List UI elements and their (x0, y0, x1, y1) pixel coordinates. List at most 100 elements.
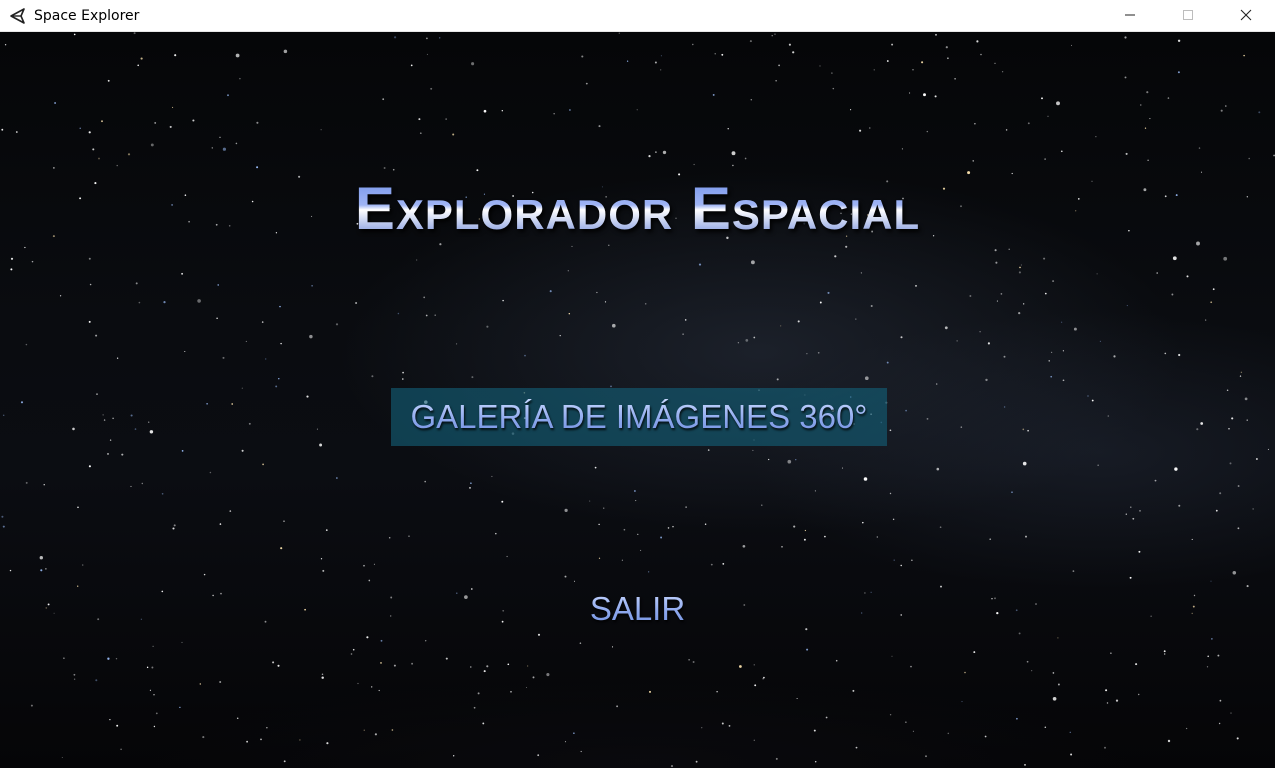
star (870, 591, 872, 593)
star (716, 691, 718, 693)
app-window: Space Explorer Explorador Espacial GALER… (0, 0, 1275, 768)
star (471, 376, 474, 379)
star (261, 321, 264, 323)
star (502, 609, 505, 612)
star (685, 506, 687, 508)
star (150, 143, 154, 147)
star (761, 504, 763, 506)
star (564, 575, 567, 578)
star (559, 334, 561, 337)
star (768, 458, 770, 461)
star (892, 518, 895, 521)
star (1020, 264, 1022, 266)
star (97, 618, 100, 621)
star (192, 119, 195, 122)
star (1206, 666, 1209, 668)
window-controls (1101, 0, 1275, 32)
star (280, 547, 283, 550)
star (1167, 739, 1171, 743)
star (1110, 652, 1112, 654)
star (179, 706, 181, 709)
star (1072, 570, 1075, 572)
star (220, 592, 222, 595)
star (103, 419, 106, 421)
star (744, 157, 747, 160)
star (1070, 44, 1073, 46)
star (1246, 419, 1248, 421)
star (73, 678, 76, 680)
star (452, 133, 455, 136)
star (31, 260, 34, 263)
star (804, 529, 807, 532)
star (745, 339, 749, 342)
star (319, 443, 323, 447)
star (546, 673, 550, 677)
star (1138, 550, 1141, 553)
star (153, 694, 155, 696)
star (695, 760, 698, 763)
star (241, 449, 244, 452)
star (776, 378, 779, 381)
star (127, 153, 131, 156)
star (855, 746, 858, 749)
star (670, 765, 674, 768)
star (905, 409, 907, 412)
star (115, 658, 118, 660)
star (173, 524, 176, 527)
close-button[interactable] (1217, 0, 1275, 30)
window-title: Space Explorer (34, 7, 140, 24)
star (390, 596, 393, 599)
gallery-360-button[interactable]: GALERÍA DE IMÁGENES 360° (391, 388, 887, 446)
star (1124, 36, 1127, 39)
star (596, 291, 598, 294)
star (936, 467, 940, 471)
star (532, 676, 535, 679)
star (138, 301, 141, 304)
star (507, 663, 510, 666)
star (306, 395, 309, 398)
star (184, 350, 186, 353)
minimize-button[interactable] (1101, 0, 1159, 30)
star (1150, 615, 1152, 617)
star (1198, 147, 1201, 149)
star (1060, 150, 1063, 153)
star (1041, 97, 1043, 100)
star (775, 757, 778, 760)
star (1105, 689, 1108, 692)
star (116, 357, 119, 359)
star (1217, 654, 1220, 657)
star (350, 653, 353, 655)
window-titlebar[interactable]: Space Explorer (0, 0, 1275, 32)
star (439, 243, 442, 246)
star (934, 95, 937, 98)
star (862, 521, 864, 524)
exit-button[interactable]: SALIR (567, 580, 708, 638)
maximize-icon (1183, 10, 1193, 20)
star (1193, 594, 1196, 597)
star (77, 506, 79, 509)
star (1191, 538, 1193, 540)
star (219, 681, 222, 683)
star (1106, 702, 1109, 704)
star (73, 673, 76, 676)
star (1211, 638, 1213, 640)
star (368, 579, 371, 582)
star (987, 342, 990, 345)
star (456, 343, 458, 345)
star (905, 721, 907, 723)
star (1005, 129, 1008, 131)
star (217, 284, 219, 286)
maximize-button[interactable] (1159, 0, 1217, 30)
star (246, 740, 248, 743)
star (1210, 301, 1213, 304)
star (231, 403, 234, 405)
star (911, 559, 913, 561)
star (4, 44, 7, 46)
star (419, 132, 422, 135)
star (984, 735, 987, 738)
star (813, 729, 816, 732)
star (197, 299, 201, 303)
star (859, 129, 862, 132)
star (486, 665, 489, 668)
star (149, 430, 154, 434)
